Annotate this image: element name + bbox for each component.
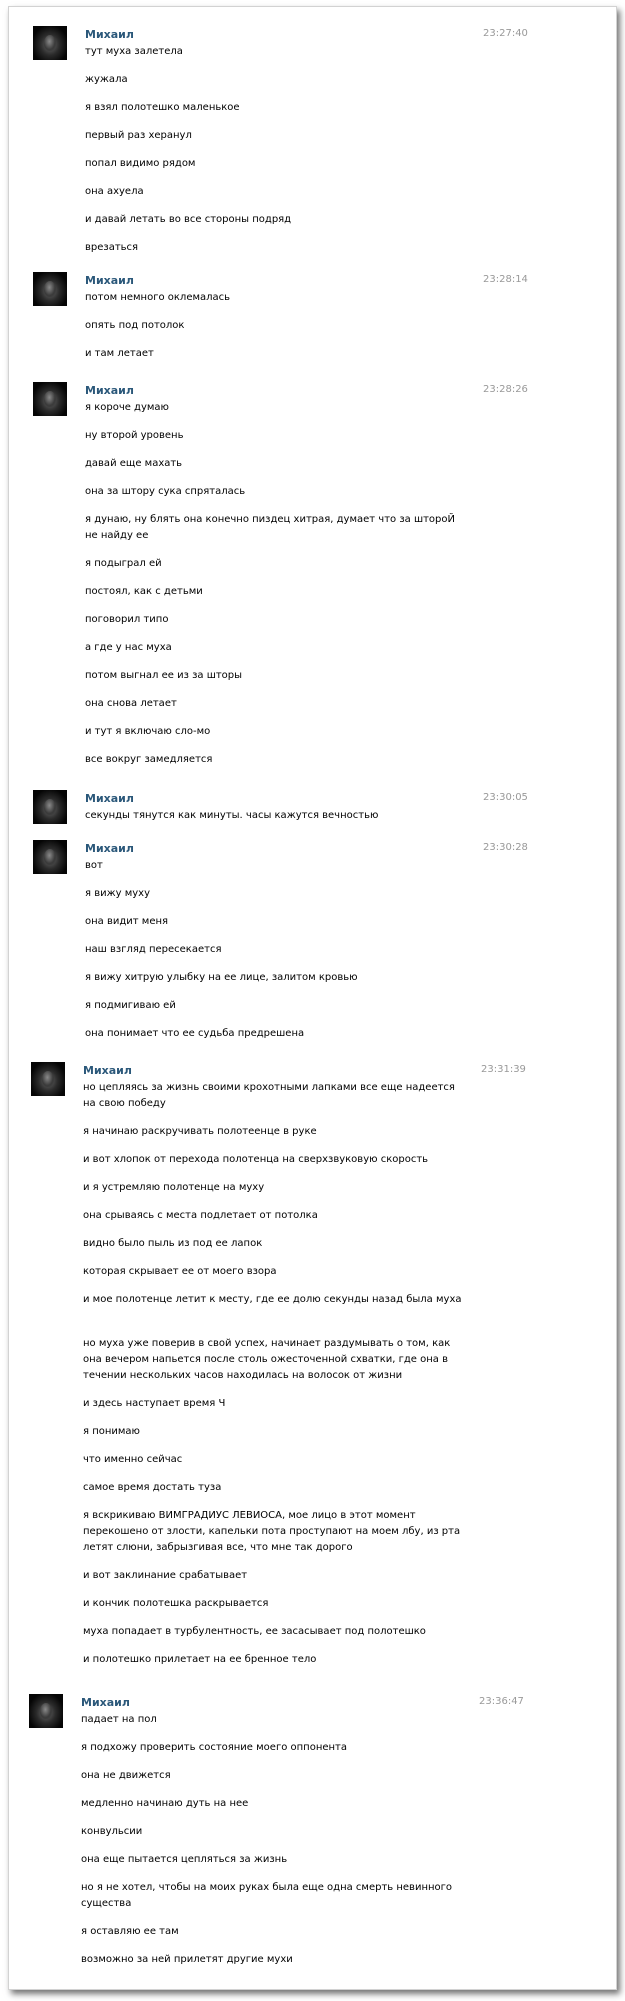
message-text: и тут я включаю сло-мо (85, 726, 211, 737)
author-name-link[interactable]: Михаил (85, 384, 134, 398)
message-text: она понимает что ее судьба предрешена (85, 1028, 305, 1039)
message-text: я вскрикиваю ВИМГРАДИУС ЛЕВИОСА, мое лиц… (83, 1510, 461, 1553)
message-timestamp: 23:28:14 (483, 274, 528, 285)
message-text: возможно за ней прилетят другие мухи (81, 1954, 293, 1965)
message-text: и вот заклинание срабатывает (83, 1570, 248, 1581)
message-timestamp: 23:31:39 (481, 1064, 526, 1075)
message-text: я взял полотешко маленькое (85, 102, 240, 113)
message-timestamp: 23:28:26 (483, 384, 528, 395)
message-text: падает на пол (81, 1714, 157, 1725)
message-text: я начинаю раскручивать полотеенце в руке (83, 1126, 317, 1137)
author-name-link[interactable]: Михаил (85, 28, 134, 42)
message-text: опять под потолок (85, 320, 185, 331)
author-name-link[interactable]: Михаил (85, 274, 134, 288)
message-text: она не движется (81, 1770, 171, 1781)
avatar[interactable] (33, 840, 67, 874)
message-text: ну второй уровень (85, 430, 184, 441)
avatar[interactable] (33, 790, 67, 824)
message-text: постоял, как с детьми (85, 586, 203, 597)
message-text: и мое полотенце летит к месту, где ее до… (83, 1294, 462, 1305)
message-text: она видит меня (85, 916, 169, 927)
avatar[interactable] (33, 26, 67, 60)
message-timestamp: 23:30:28 (483, 842, 528, 853)
message-text: я оставляю ее там (81, 1926, 179, 1937)
message-text: секунды тянутся как минуты. часы кажутся… (85, 810, 379, 821)
avatar[interactable] (33, 272, 67, 306)
message-text: но муха уже поверив в свой успех, начина… (83, 1338, 451, 1381)
message-text: а где у нас муха (85, 642, 172, 653)
message-text: она еще пытается цепляться за жизнь (81, 1854, 288, 1865)
message-text: и давай летать во все стороны подряд (85, 214, 292, 225)
message-text: вот (85, 860, 103, 871)
message-text: я короче думаю (85, 402, 169, 413)
message-text: я дунаю, ну блять она конечно пиздец хит… (85, 514, 455, 541)
author-name-link[interactable]: Михаил (81, 1696, 130, 1710)
avatar[interactable] (29, 1694, 63, 1728)
message-text: которая скрывает ее от моего взора (83, 1266, 277, 1277)
message-text: и полотешко прилетает на ее бренное тело (83, 1654, 317, 1665)
message-text: но цепляясь за жизнь своими крохотными л… (83, 1082, 455, 1109)
message-text: и здесь наступает время Ч (83, 1398, 226, 1409)
message-text: она за штору сука спряталась (85, 486, 246, 497)
message-text: но я не хотел, чтобы на моих руках была … (81, 1882, 453, 1909)
message-timestamp: 23:27:40 (483, 28, 528, 39)
message-text: все вокруг замедляется (85, 754, 213, 765)
message-text: первый раз херанул (85, 130, 192, 141)
message-text: она снова летает (85, 698, 177, 709)
message-text: я вижу хитрую улыбку на ее лице, залитом… (85, 972, 358, 983)
message-timestamp: 23:36:47 (479, 1696, 524, 1707)
message-text: и вот хлопок от перехода полотенца на св… (83, 1154, 429, 1165)
message-text: я понимаю (83, 1426, 140, 1437)
message-text: и я устремляю полотенце на муху (83, 1182, 265, 1193)
message-text: я подыграл ей (85, 558, 162, 569)
message-text: она срываясь с места подлетает от потолк… (83, 1210, 318, 1221)
message-text: врезаться (85, 242, 139, 253)
message-text: потом выгнал ее из за шторы (85, 670, 243, 681)
message-text: тут муха залетела (85, 46, 183, 57)
message-text: самое время достать туза (83, 1482, 222, 1493)
message-text: видно было пыль из под ее лапок (83, 1238, 263, 1249)
message-text: муха попадает в турбулентность, ее засас… (83, 1626, 426, 1637)
message-text: поговорил типо (85, 614, 169, 625)
chat-history-panel: Михаил 23:27:40 тут муха залетела жужала… (8, 6, 617, 1990)
message-text: медленно начинаю дуть на нее (81, 1798, 249, 1809)
message-text: потом немного оклемалась (85, 292, 231, 303)
avatar[interactable] (31, 1062, 65, 1096)
message-timestamp: 23:30:05 (483, 792, 528, 803)
message-text: и кончик полотешка раскрывается (83, 1598, 269, 1609)
message-text: я подмигиваю ей (85, 1000, 176, 1011)
message-text: я вижу муху (85, 888, 150, 899)
message-text: и там летает (85, 348, 154, 359)
message-text: попал видимо рядом (85, 158, 196, 169)
author-name-link[interactable]: Михаил (85, 792, 134, 806)
message-text: конвульсии (81, 1826, 143, 1837)
author-name-link[interactable]: Михаил (85, 842, 134, 856)
message-text: наш взгляд пересекается (85, 944, 222, 955)
message-text: что именно сейчас (83, 1454, 183, 1465)
message-text: я подхожу проверить состояние моего оппо… (81, 1742, 348, 1753)
message-text: давай еще махать (85, 458, 183, 469)
message-text: жужала (85, 74, 128, 85)
message-text: она ахуела (85, 186, 144, 197)
avatar[interactable] (33, 382, 67, 416)
author-name-link[interactable]: Михаил (83, 1064, 132, 1078)
